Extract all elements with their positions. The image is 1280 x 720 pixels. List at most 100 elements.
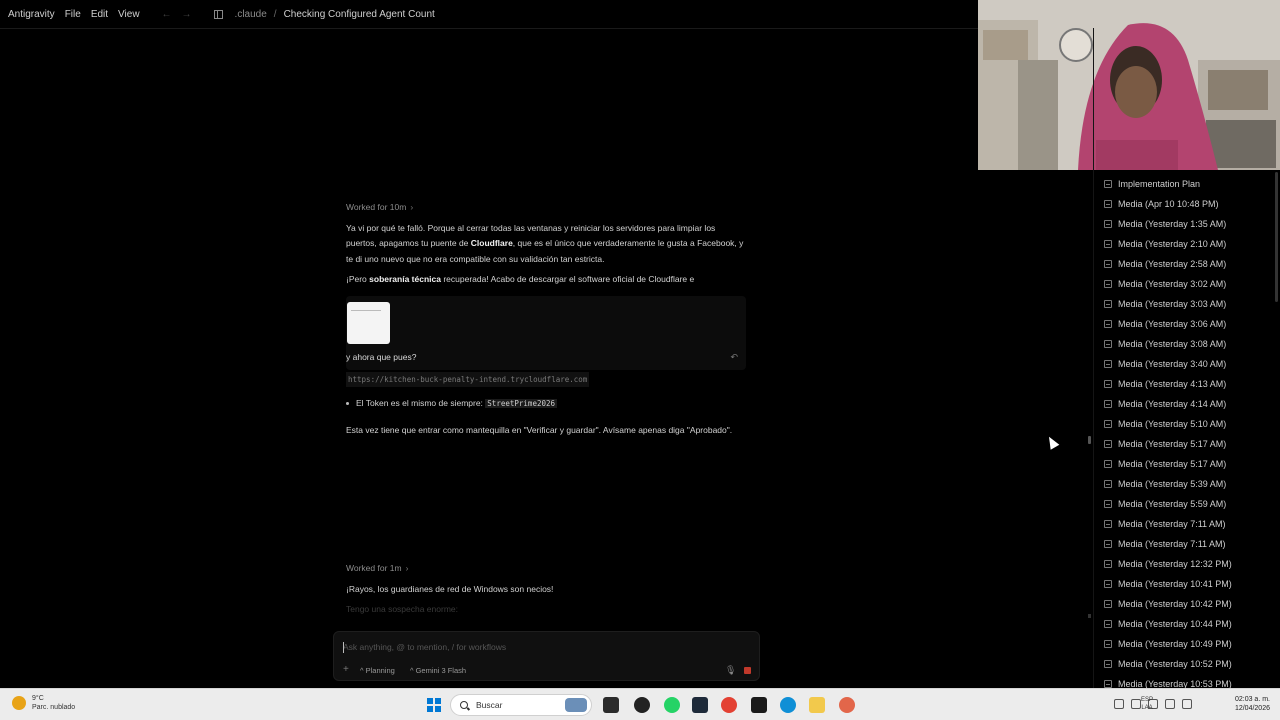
artifact-item[interactable]: Media (Yesterday 5:17 AM) (1094, 434, 1280, 454)
artifact-item[interactable]: Media (Yesterday 4:14 AM) (1094, 394, 1280, 414)
artifact-item[interactable]: Media (Yesterday 3:08 AM) (1094, 334, 1280, 354)
artifact-label: Media (Apr 10 10:48 PM) (1118, 199, 1219, 209)
menu-edit[interactable]: Edit (91, 9, 108, 20)
terminal-icon[interactable] (751, 697, 767, 713)
artifact-label: Media (Yesterday 10:41 PM) (1118, 579, 1232, 589)
artifact-item[interactable]: Implementation Plan (1094, 174, 1280, 194)
taskbar-search[interactable]: Buscar (450, 694, 592, 716)
media-icon (1104, 400, 1112, 408)
menu-file[interactable]: File (65, 9, 81, 20)
breadcrumb-separator: / (273, 8, 277, 20)
media-icon (1104, 540, 1112, 548)
volume-icon[interactable] (1165, 699, 1175, 709)
scrollbar-thumb[interactable] (1088, 436, 1091, 444)
artifact-item[interactable]: Media (Yesterday 10:53 PM) (1094, 674, 1280, 688)
artifact-item[interactable]: Media (Yesterday 10:52 PM) (1094, 654, 1280, 674)
bold-text: soberanía técnica (369, 274, 441, 284)
panel-scrollbar[interactable] (1275, 172, 1278, 302)
clock[interactable]: 02:03 a. m. 12/04/2026 (1235, 695, 1270, 713)
attachment-thumbnail[interactable] (347, 301, 390, 344)
temperature: 9°C (32, 695, 44, 702)
artifact-item[interactable]: Media (Yesterday 5:39 AM) (1094, 474, 1280, 494)
edge-icon[interactable] (780, 697, 796, 713)
claude-icon[interactable] (839, 697, 855, 713)
media-icon (1104, 660, 1112, 668)
title-divider (0, 28, 1093, 29)
webcam-overlay (978, 0, 1280, 170)
artifact-item[interactable]: Media (Yesterday 5:17 AM) (1094, 454, 1280, 474)
artifact-item[interactable]: Media (Yesterday 2:10 AM) (1094, 234, 1280, 254)
task-view-icon[interactable] (603, 697, 619, 713)
artifact-item[interactable]: Media (Yesterday 12:32 PM) (1094, 554, 1280, 574)
whatsapp-icon[interactable] (664, 697, 680, 713)
weather-widget[interactable]: 9°C Parc. nublado (12, 694, 75, 712)
windows-start-icon[interactable] (427, 698, 441, 712)
artifact-item[interactable]: Media (Yesterday 2:58 AM) (1094, 254, 1280, 274)
artifact-item[interactable]: Media (Apr 10 10:48 PM) (1094, 194, 1280, 214)
artifact-item[interactable]: Media (Yesterday 7:11 AM) (1094, 514, 1280, 534)
app-name: Antigravity (8, 8, 55, 20)
artifact-item[interactable]: Media (Yesterday 5:10 AM) (1094, 414, 1280, 434)
undo-icon[interactable]: ↶ (730, 350, 738, 366)
worked-indicator[interactable]: Worked for 1m › (346, 563, 408, 573)
artifact-item[interactable]: Media (Yesterday 3:06 AM) (1094, 314, 1280, 334)
artifact-item[interactable]: Media (Yesterday 10:42 PM) (1094, 594, 1280, 614)
artifact-item[interactable]: Media (Yesterday 3:02 AM) (1094, 274, 1280, 294)
artifact-item[interactable]: Media (Yesterday 10:49 PM) (1094, 634, 1280, 654)
battery-icon[interactable] (1182, 699, 1192, 709)
media-icon (1104, 320, 1112, 328)
artifact-label: Media (Yesterday 10:49 PM) (1118, 639, 1232, 649)
media-icon (1104, 420, 1112, 428)
artifact-label: Media (Yesterday 7:11 AM) (1118, 539, 1226, 549)
artifact-item[interactable]: Media (Yesterday 3:03 AM) (1094, 294, 1280, 314)
back-arrow-icon[interactable]: ← (162, 9, 172, 20)
forward-arrow-icon[interactable]: → (182, 9, 192, 20)
chat-thread: Worked for 10m › Ya vi por qué te falló. … (346, 200, 746, 438)
artifact-item[interactable]: Media (Yesterday 4:13 AM) (1094, 374, 1280, 394)
artifact-item[interactable]: Media (Yesterday 10:41 PM) (1094, 574, 1280, 594)
model-selector[interactable]: ^ Gemini 3 Flash (410, 666, 466, 675)
artifact-item[interactable]: Media (Yesterday 7:11 AM) (1094, 534, 1280, 554)
menu-view[interactable]: View (118, 9, 140, 20)
artifact-label: Implementation Plan (1118, 179, 1201, 189)
chrome-icon[interactable] (721, 697, 737, 713)
user-message-card[interactable]: y ahora que pues? ↶ (346, 295, 746, 370)
media-icon (1104, 280, 1112, 288)
media-icon (1104, 460, 1112, 468)
artifact-item[interactable]: Media (Yesterday 3:40 AM) (1094, 354, 1280, 374)
github-icon[interactable] (634, 697, 650, 713)
webcam-image (978, 0, 1280, 170)
media-icon (1104, 620, 1112, 628)
stop-button[interactable] (744, 667, 751, 674)
breadcrumb-root[interactable]: .claude (235, 9, 267, 20)
artifact-item[interactable]: Media (Yesterday 10:44 PM) (1094, 614, 1280, 634)
tunnel-url[interactable]: https://kitchen-buck-penalty-intend.tryc… (346, 371, 590, 387)
antigravity-icon[interactable] (692, 697, 708, 713)
microphone-icon[interactable]: 🎙 (725, 665, 736, 676)
scrollbar-marker (1088, 614, 1091, 618)
document-icon (1104, 180, 1112, 188)
file-explorer-icon[interactable] (809, 697, 825, 713)
artifact-item[interactable]: Media (Yesterday 1:35 AM) (1094, 214, 1280, 234)
language-indicator[interactable]: ESP LAA (1141, 696, 1153, 712)
artifact-label: Media (Yesterday 1:35 AM) (1118, 219, 1227, 229)
add-icon[interactable]: + (343, 664, 349, 675)
mode-selector[interactable]: ^ Planning (360, 666, 395, 675)
search-icon (460, 701, 468, 709)
chevron-up-icon[interactable] (1114, 699, 1124, 709)
message-paragraph: ¡Pero soberanía técnica recuperada! Acab… (346, 272, 746, 288)
artifact-label: Media (Yesterday 10:52 PM) (1118, 659, 1232, 669)
artifacts-panel: Implementation Plan Media (Apr 10 10:48 … (1094, 170, 1280, 688)
list-item: El Token es el mismo de siempre: StreetP… (346, 396, 746, 412)
cloud-icon[interactable] (1131, 699, 1141, 709)
media-icon (1104, 560, 1112, 568)
worked-indicator[interactable]: Worked for 10m › (346, 200, 746, 216)
artifact-label: Media (Yesterday 3:40 AM) (1118, 359, 1227, 369)
sidebar-toggle-icon[interactable] (213, 9, 223, 19)
chat-input[interactable] (343, 642, 723, 652)
clock-date: 12/04/2026 (1234, 705, 1270, 712)
artifact-item[interactable]: Media (Yesterday 5:59 AM) (1094, 494, 1280, 514)
artifact-label: Media (Yesterday 10:53 PM) (1118, 679, 1232, 688)
media-icon (1104, 480, 1112, 488)
media-icon (1104, 600, 1112, 608)
